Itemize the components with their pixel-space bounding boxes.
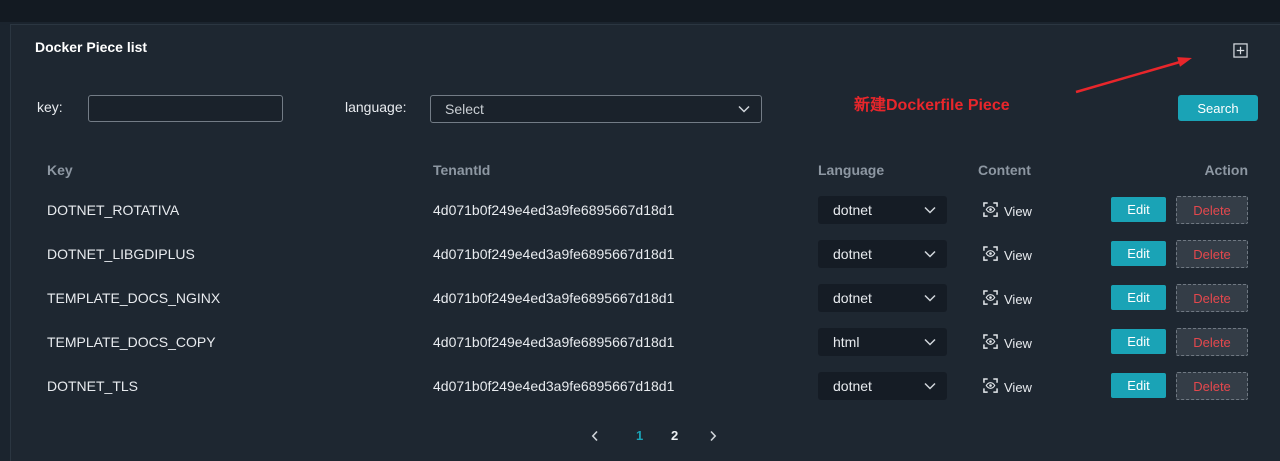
edit-button[interactable]: Edit (1111, 329, 1166, 354)
row-language-select[interactable]: dotnet (818, 240, 947, 268)
row-language-select[interactable]: dotnet (818, 196, 947, 224)
row-key: TEMPLATE_DOCS_NGINX (47, 290, 221, 306)
row-language-value: html (833, 334, 860, 350)
row-language-value: dotnet (833, 202, 872, 218)
key-filter-input[interactable] (88, 95, 283, 122)
delete-button[interactable]: Delete (1176, 328, 1248, 356)
plus-square-icon (1232, 42, 1248, 58)
table-row: DOTNET_TLS 4d071b0f249e4ed3a9fe6895667d1… (10, 364, 1280, 408)
delete-button[interactable]: Delete (1176, 196, 1248, 224)
chevron-down-icon (924, 382, 936, 390)
edit-button[interactable]: Edit (1111, 241, 1166, 266)
row-language-select[interactable]: dotnet (818, 284, 947, 312)
row-tenant-id: 4d071b0f249e4ed3a9fe6895667d18d1 (433, 378, 675, 394)
delete-button[interactable]: Delete (1176, 240, 1248, 268)
row-key: DOTNET_ROTATIVA (47, 202, 180, 218)
view-label: View (1004, 248, 1032, 263)
table-header: Key TenantId Language Content Action (10, 162, 1280, 178)
delete-button[interactable]: Delete (1176, 372, 1248, 400)
header-action: Action (1204, 162, 1248, 178)
row-key: DOTNET_TLS (47, 378, 139, 394)
header-content: Content (978, 162, 1031, 178)
top-bar (0, 0, 1280, 22)
add-piece-button[interactable] (1232, 42, 1248, 58)
language-filter-placeholder: Select (445, 101, 484, 117)
view-icon (983, 290, 998, 305)
page-title: Docker Piece list (35, 39, 148, 55)
delete-button[interactable]: Delete (1176, 284, 1248, 312)
language-filter-label: language: (345, 99, 407, 115)
header-tenant-id: TenantId (433, 162, 491, 178)
edit-button[interactable]: Edit (1111, 285, 1166, 310)
header-language: Language (818, 162, 885, 178)
table-row: TEMPLATE_DOCS_NGINX 4d071b0f249e4ed3a9fe… (10, 276, 1280, 320)
view-label: View (1004, 336, 1032, 351)
row-language-select[interactable]: html (818, 328, 947, 356)
row-tenant-id: 4d071b0f249e4ed3a9fe6895667d18d1 (433, 334, 675, 350)
row-language-value: dotnet (833, 378, 872, 394)
view-icon (983, 202, 998, 217)
pagination: 1 2 (580, 424, 730, 448)
search-button[interactable]: Search (1178, 95, 1258, 121)
row-tenant-id: 4d071b0f249e4ed3a9fe6895667d18d1 (433, 246, 675, 262)
chevron-down-icon (924, 250, 936, 258)
view-content-link[interactable]: View (983, 288, 1047, 310)
chevron-left-icon[interactable] (591, 430, 599, 442)
docker-piece-panel: Docker Piece list 新建Dockerfile Piece key… (10, 24, 1280, 461)
row-tenant-id: 4d071b0f249e4ed3a9fe6895667d18d1 (433, 290, 675, 306)
row-tenant-id: 4d071b0f249e4ed3a9fe6895667d18d1 (433, 202, 675, 218)
chevron-down-icon (924, 294, 936, 302)
table-row: DOTNET_LIBGDIPLUS 4d071b0f249e4ed3a9fe68… (10, 232, 1280, 276)
page-2-link[interactable]: 2 (671, 428, 678, 444)
view-label: View (1004, 380, 1032, 395)
table-row: TEMPLATE_DOCS_COPY 4d071b0f249e4ed3a9fe6… (10, 320, 1280, 364)
view-icon (983, 246, 998, 261)
chevron-down-icon (924, 338, 936, 346)
annotation-text: 新建Dockerfile Piece (854, 97, 1010, 114)
row-key: TEMPLATE_DOCS_COPY (47, 334, 216, 350)
view-icon (983, 378, 998, 393)
key-filter-label: key: (37, 99, 63, 115)
row-language-select[interactable]: dotnet (818, 372, 947, 400)
edit-button[interactable]: Edit (1111, 373, 1166, 398)
row-language-value: dotnet (833, 246, 872, 262)
chevron-right-icon[interactable] (709, 430, 717, 442)
row-language-value: dotnet (833, 290, 872, 306)
chevron-down-icon (738, 105, 750, 113)
view-icon (983, 334, 998, 349)
view-content-link[interactable]: View (983, 244, 1047, 266)
row-key: DOTNET_LIBGDIPLUS (47, 246, 195, 262)
view-content-link[interactable]: View (983, 376, 1047, 398)
edit-button[interactable]: Edit (1111, 197, 1166, 222)
annotation-arrow (1075, 57, 1192, 94)
chevron-down-icon (924, 206, 936, 214)
view-content-link[interactable]: View (983, 200, 1047, 222)
table-row: DOTNET_ROTATIVA 4d071b0f249e4ed3a9fe6895… (10, 188, 1280, 232)
header-key: Key (47, 162, 73, 178)
view-content-link[interactable]: View (983, 332, 1047, 354)
page-1-link[interactable]: 1 (636, 428, 643, 444)
view-label: View (1004, 204, 1032, 219)
view-label: View (1004, 292, 1032, 307)
language-filter-select[interactable]: Select (430, 95, 762, 123)
